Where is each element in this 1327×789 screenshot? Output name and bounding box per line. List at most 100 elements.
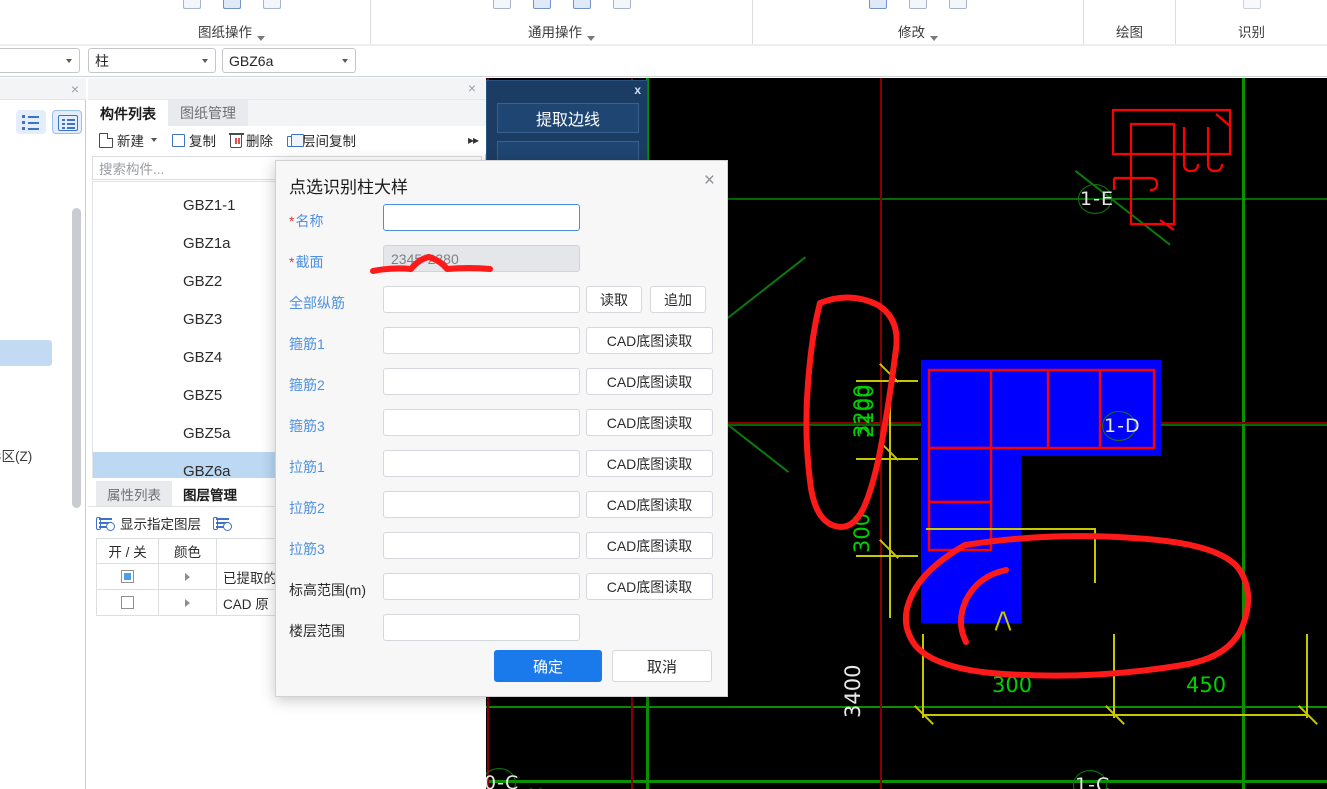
ribbon-icon[interactable] <box>222 0 241 9</box>
close-icon[interactable]: × <box>71 81 79 97</box>
checkbox-icon[interactable] <box>121 596 134 609</box>
form-input[interactable] <box>383 286 580 313</box>
close-icon[interactable]: × <box>704 171 715 190</box>
button-label: CAD底图读取 <box>606 496 693 513</box>
form-label: 全部纵筋 <box>289 293 345 313</box>
cad-read-button[interactable]: CAD底图读取 <box>586 532 713 559</box>
form-row: 拉筋1 CAD底图读取 <box>276 447 729 488</box>
cancel-button[interactable]: 取消 <box>612 650 712 682</box>
ucs-axis-indicator: Y X <box>529 785 542 789</box>
chevron-down-icon[interactable] <box>151 138 157 142</box>
cad-read-button[interactable]: CAD底图读取 <box>586 368 713 395</box>
tab-label: 构件列表 <box>100 105 156 122</box>
new-button[interactable]: 新建 <box>94 128 165 152</box>
detail-view-icon <box>58 115 78 131</box>
layer-show-icon[interactable] <box>96 516 115 531</box>
layer-copy-button-label: 层间复制 <box>302 134 356 149</box>
ribbon-icon[interactable] <box>532 0 551 9</box>
component-type-combo[interactable]: 柱 <box>88 48 216 73</box>
chevron-down-icon[interactable] <box>66 59 72 63</box>
layer-copy-button[interactable]: 层间复制 <box>282 128 361 152</box>
axis-label-1D: 1-D <box>1104 415 1141 437</box>
form-label-text: 拉筋1 <box>289 459 325 475</box>
component-name-combo[interactable]: GBZ6a <box>222 48 356 73</box>
form-label: 拉筋3 <box>289 539 325 559</box>
ribbon-icon[interactable] <box>869 0 887 9</box>
ribbon-icon[interactable] <box>612 0 631 9</box>
form-input[interactable] <box>383 409 580 436</box>
left-combo[interactable] <box>0 48 80 73</box>
form-label: 箍筋2 <box>289 375 325 395</box>
dimension-line-h <box>926 528 1096 530</box>
ribbon-icon[interactable] <box>572 0 591 9</box>
cad-read-button[interactable]: CAD底图读取 <box>586 409 713 436</box>
cad-read-button[interactable]: CAD底图读取 <box>586 491 713 518</box>
form-label-text: 截面 <box>295 254 324 270</box>
ribbon-group-label: 图纸操作 <box>198 25 252 40</box>
chevron-down-icon[interactable] <box>930 36 938 41</box>
ok-button[interactable]: 确定 <box>494 650 602 682</box>
cad-read-button[interactable]: CAD底图读取 <box>586 573 713 600</box>
form-input[interactable] <box>383 532 580 559</box>
checkbox-icon[interactable] <box>121 570 134 583</box>
cad-read-button[interactable]: CAD底图读取 <box>586 327 713 354</box>
ribbon-group-3[interactable]: 绘图 <box>1084 0 1176 44</box>
dimension-ext <box>1113 634 1115 718</box>
layer-color-cell[interactable] <box>159 564 217 589</box>
layer-color-cell[interactable] <box>159 590 217 615</box>
chevron-down-icon[interactable] <box>202 59 208 63</box>
append-button[interactable]: 追加 <box>650 286 706 313</box>
highlighted-chip[interactable] <box>0 340 52 366</box>
chevron-down-icon[interactable] <box>257 36 265 41</box>
toolbar-overflow-button[interactable]: ▸▸ <box>468 133 479 147</box>
vertical-scrollbar[interactable] <box>72 208 81 508</box>
form-input[interactable] <box>383 368 580 395</box>
dimension-text-2100: 2100 <box>854 384 878 438</box>
detail-view-toggle[interactable] <box>52 110 82 134</box>
layer-visibility-cell[interactable] <box>97 590 159 615</box>
read-button[interactable]: 读取 <box>586 286 642 313</box>
dialog-title: 点选识别柱大样 <box>289 178 408 197</box>
svg-text:Y: Y <box>529 785 542 789</box>
ribbon-icon[interactable] <box>1242 0 1261 9</box>
form-input[interactable] <box>383 204 580 231</box>
form-label-text: 标高范围(m) <box>289 582 366 598</box>
form-input[interactable] <box>383 327 580 354</box>
center-line-v <box>880 78 882 789</box>
ribbon-icon[interactable] <box>909 0 927 9</box>
ribbon-group-4[interactable]: 识别 <box>1176 0 1327 44</box>
show-specified-layer-label[interactable]: 显示指定图层 <box>120 513 201 533</box>
ribbon-icon[interactable] <box>492 0 511 9</box>
close-icon[interactable]: x <box>634 83 641 97</box>
form-input[interactable] <box>383 450 580 477</box>
form-input[interactable] <box>383 614 580 641</box>
ribbon-icon[interactable] <box>182 0 201 9</box>
ribbon-icon[interactable] <box>949 0 967 9</box>
ribbon-group-1[interactable]: 通用操作 <box>371 0 753 44</box>
copy-button[interactable]: 复制 <box>169 128 221 152</box>
tab-layer-manage[interactable]: 图层管理 <box>172 481 248 506</box>
cad-read-button[interactable]: CAD底图读取 <box>586 450 713 477</box>
form-input[interactable] <box>383 491 580 518</box>
chevron-down-icon[interactable] <box>587 36 595 41</box>
extract-edge-button[interactable]: 提取边线 <box>497 103 639 133</box>
ribbon-group-0[interactable]: 图纸操作 <box>93 0 371 44</box>
button-label: 读取 <box>600 291 628 308</box>
list-view-toggle[interactable] <box>16 110 46 134</box>
chevron-right-icon[interactable] <box>185 572 190 581</box>
form-input[interactable] <box>383 573 580 600</box>
ribbon-icon[interactable] <box>262 0 281 9</box>
delete-button[interactable]: 删除 <box>225 128 278 152</box>
ribbon-group-2[interactable]: 修改 <box>753 0 1084 44</box>
close-icon[interactable]: × <box>468 80 476 96</box>
tab-drawing-manage[interactable]: 图纸管理 <box>168 100 248 126</box>
tab-property-list[interactable]: 属性列表 <box>96 481 172 506</box>
chevron-down-icon[interactable] <box>342 59 348 63</box>
column-shape[interactable] <box>916 358 1246 648</box>
tab-component-list[interactable]: 构件列表 <box>88 100 168 126</box>
form-label: 楼层范围 <box>289 621 345 641</box>
tab-label: 图层管理 <box>183 487 237 503</box>
layer-visibility-cell[interactable] <box>97 564 159 589</box>
layer-filter-icon[interactable] <box>213 516 232 531</box>
chevron-right-icon[interactable] <box>185 598 190 607</box>
